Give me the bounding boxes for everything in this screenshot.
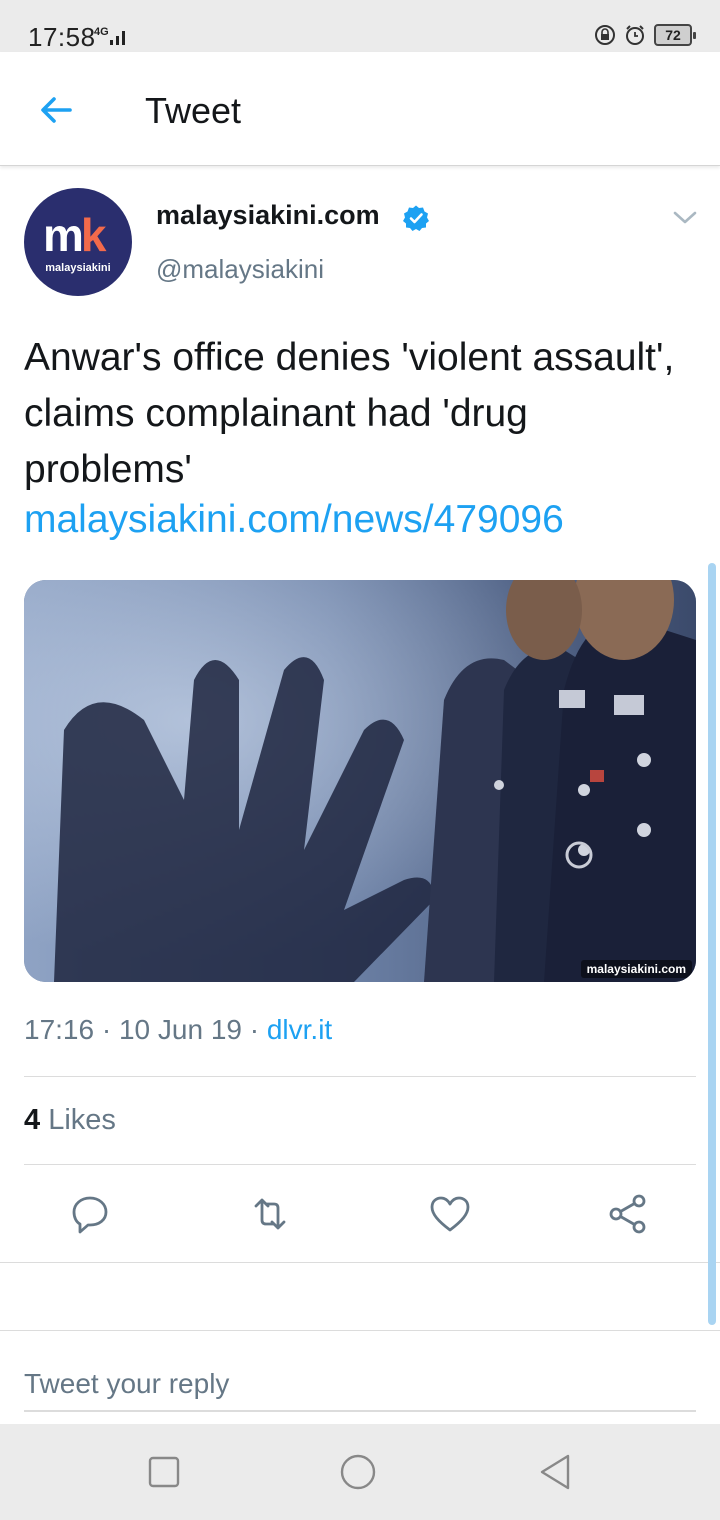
likes-count: 4 <box>24 1104 41 1136</box>
tweet-media-image[interactable]: malaysiakini.com <box>24 580 696 982</box>
likes-label: Likes <box>48 1104 116 1136</box>
page-title: Tweet <box>145 90 242 131</box>
lock-rotation-icon <box>595 25 615 45</box>
battery-indicator: 72 <box>654 24 696 46</box>
tweet-date: 10 Jun 19 <box>118 1014 242 1045</box>
status-icons: 72 <box>594 24 696 46</box>
avatar-logo: mk <box>43 209 106 261</box>
verified-badge-icon <box>403 205 429 231</box>
author-handle[interactable]: @malaysiakini <box>156 254 324 285</box>
avatar[interactable]: mk malaysiakini <box>24 188 132 296</box>
media-watermark: malaysiakini.com <box>580 960 692 978</box>
meta-separator: · <box>101 1014 119 1045</box>
heart-icon[interactable] <box>428 1192 472 1236</box>
meta-separator: · <box>249 1014 267 1045</box>
recent-apps-icon[interactable] <box>144 1452 184 1492</box>
status-bar: 17:58 4G 72 <box>0 0 720 52</box>
divider <box>24 1076 696 1077</box>
tweet-source[interactable]: dlvr.it <box>267 1014 332 1045</box>
divider <box>24 1164 696 1165</box>
signal-icon <box>110 31 125 45</box>
battery-level: 72 <box>665 27 681 43</box>
network-type: 4G <box>94 26 109 38</box>
tweet-link[interactable]: malaysiakini.com/news/479096 <box>24 498 564 542</box>
back-nav-icon[interactable] <box>536 1452 576 1492</box>
arrow-left-icon[interactable] <box>30 88 82 132</box>
share-icon[interactable] <box>606 1192 650 1236</box>
alarm-icon <box>626 25 644 45</box>
divider <box>0 1330 720 1331</box>
tweet-time: 17:16 <box>24 1014 95 1045</box>
divider <box>0 1262 720 1263</box>
reply-icon[interactable] <box>68 1192 112 1236</box>
tweet-text: Anwar's office denies 'violent assault',… <box>24 336 675 491</box>
media-illustration <box>24 580 696 982</box>
app-header: Tweet <box>0 52 720 166</box>
system-nav-bar <box>0 1424 720 1520</box>
avatar-logo-label: malaysiakini <box>45 262 111 274</box>
reply-input[interactable] <box>24 1358 696 1412</box>
status-time: 17:58 <box>28 22 96 52</box>
author-display-name[interactable]: malaysiakini.com <box>156 200 380 231</box>
chevron-down-icon[interactable] <box>672 208 698 228</box>
retweet-icon[interactable] <box>248 1192 292 1236</box>
likes-stat[interactable]: 4 Likes <box>24 1104 116 1137</box>
scrollbar[interactable] <box>708 563 716 1325</box>
home-icon[interactable] <box>338 1452 378 1492</box>
tweet-meta: 17:16 · 10 Jun 19 · dlvr.it <box>24 1014 332 1046</box>
